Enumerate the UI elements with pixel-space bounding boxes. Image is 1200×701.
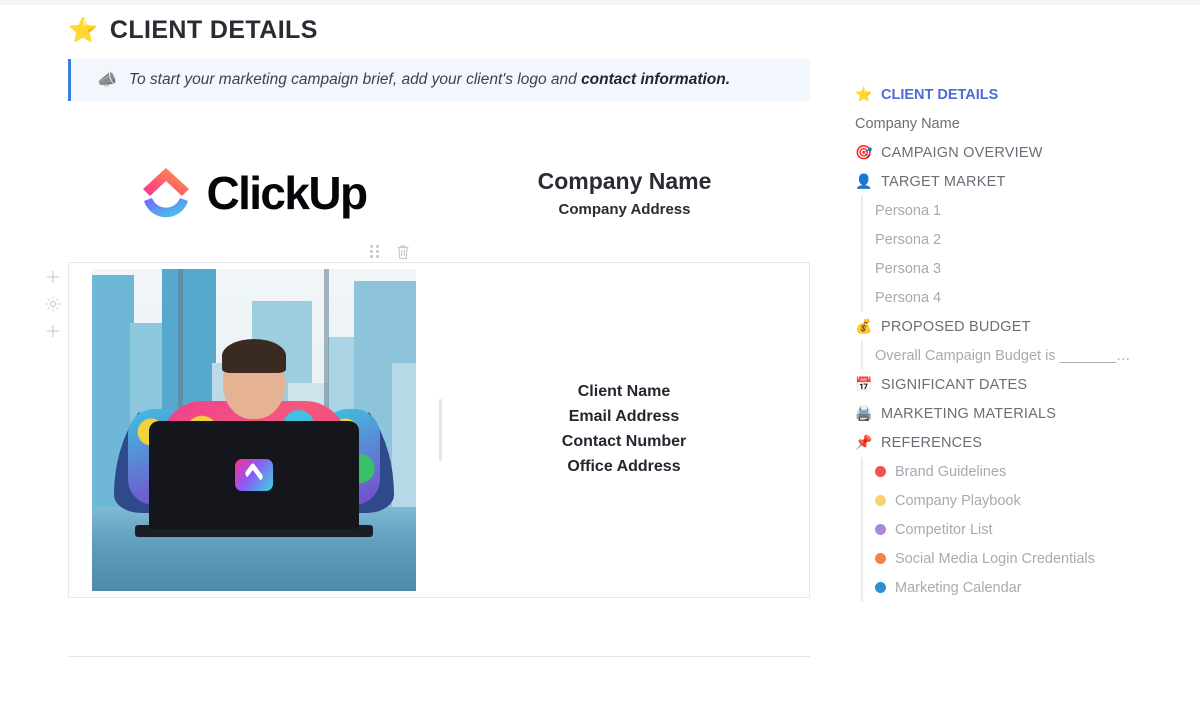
logo-cell: ClickUp <box>68 165 439 221</box>
company-name: Company Name <box>537 168 712 195</box>
company-address: Company Address <box>558 200 691 218</box>
color-dot-icon <box>875 495 886 506</box>
client-info-line: Email Address <box>568 408 680 426</box>
client-info-line: Office Address <box>567 457 681 475</box>
outline-subitem-label: Company Playbook <box>895 492 1021 509</box>
outline-item-target-market[interactable]: 👤 TARGET MARKET <box>855 167 1200 196</box>
outline-subitem-persona-4[interactable]: Persona 4 <box>861 283 1200 312</box>
table-cell-text: Client Name Email Address Contact Number… <box>439 263 809 597</box>
clickup-mark-icon <box>140 165 192 221</box>
outline-item-label: REFERENCES <box>881 434 983 451</box>
outline-subitem-label: Persona 1 <box>875 202 942 219</box>
block-gutter-controls[interactable] <box>44 268 62 340</box>
client-details-table: Client Name Email Address Contact Number… <box>68 262 810 598</box>
gear-icon[interactable] <box>44 295 62 313</box>
client-info-line: Client Name <box>577 383 671 401</box>
client-info-list: Client Name Email Address Contact Number… <box>562 380 686 480</box>
target-icon: 🎯 <box>855 144 873 160</box>
pushpin-icon: 📌 <box>855 434 873 450</box>
page-title-text: CLIENT DETAILS <box>109 16 318 44</box>
outline-item-client-details[interactable]: ⭐ CLIENT DETAILS <box>855 80 1200 109</box>
outline-item-label: CAMPAIGN OVERVIEW <box>881 144 1043 161</box>
callout-banner: 📣 To start your marketing campaign brief… <box>68 59 810 101</box>
color-dot-icon <box>875 553 886 564</box>
money-bag-icon: 💰 <box>855 318 873 334</box>
star-icon: ⭐ <box>855 86 873 102</box>
plus-svg-above <box>47 271 59 283</box>
callout-text-bold: contact information. <box>581 71 731 88</box>
outline-subitem-social-media-credentials[interactable]: Social Media Login Credentials <box>861 544 1200 573</box>
outline-panel: ⭐ CLIENT DETAILS Company Name 🎯 CAMPAIGN… <box>855 0 1200 701</box>
trash-svg <box>397 245 409 260</box>
photo-person-hair <box>222 339 286 373</box>
outline-subitem-label: Persona 3 <box>875 260 942 277</box>
outline-item-references[interactable]: 📌 REFERENCES <box>855 428 1200 457</box>
outline-subitem-label: Persona 4 <box>875 289 942 306</box>
outline-subitem-label: Overall Campaign Budget is ________... <box>875 347 1135 364</box>
outline-item-proposed-budget[interactable]: 💰 PROPOSED BUDGET <box>855 312 1200 341</box>
photo-laptop <box>149 421 359 529</box>
brand-header-row: ClickUp Company Name Company Address <box>68 140 810 245</box>
company-cell: Company Name Company Address <box>439 167 810 218</box>
outline-item-label: SIGNIFICANT DATES <box>881 376 1028 393</box>
plus-icon-below[interactable] <box>44 322 62 340</box>
outline-subitem-label: Brand Guidelines <box>895 463 1007 480</box>
clickup-logo: ClickUp <box>140 165 368 221</box>
outline-subitem-marketing-calendar[interactable]: Marketing Calendar <box>861 573 1200 602</box>
star-icon: ⭐ <box>68 16 98 44</box>
page-title: ⭐ CLIENT DETAILS <box>68 16 318 45</box>
clickup-wordmark: ClickUp <box>206 166 368 219</box>
clickup-mark-svg <box>143 167 190 217</box>
outline-subitem-persona-3[interactable]: Persona 3 <box>861 254 1200 283</box>
outline-item-label: MARKETING MATERIALS <box>881 405 1057 422</box>
section-divider <box>68 656 810 657</box>
client-info-line: Contact Number <box>561 433 687 450</box>
gear-svg <box>45 296 61 312</box>
callout-text: To start your marketing campaign brief, … <box>129 71 730 89</box>
outline-item-label: Company Name <box>855 115 960 132</box>
outline-subitem-label: Social Media Login Credentials <box>895 550 1095 567</box>
callout-text-normal: To start your marketing campaign brief, … <box>128 71 582 88</box>
table-cell-image <box>69 263 439 597</box>
outline-subitem-competitor-list[interactable]: Competitor List <box>861 515 1200 544</box>
outline-item-label: TARGET MARKET <box>881 173 1006 190</box>
outline-item-label: CLIENT DETAILS <box>881 86 999 103</box>
outline-subitem-brand-guidelines[interactable]: Brand Guidelines <box>861 457 1200 486</box>
outline-item-campaign-overview[interactable]: 🎯 CAMPAIGN OVERVIEW <box>855 138 1200 167</box>
photo-clickup-sticker-icon <box>235 459 273 491</box>
table-controls[interactable] <box>370 244 410 260</box>
color-dot-icon <box>875 524 886 535</box>
plus-svg-below <box>47 325 59 337</box>
outline-subitem-label: Marketing Calendar <box>895 579 1022 596</box>
color-dot-icon <box>875 466 886 477</box>
calendar-icon: 📅 <box>855 376 873 392</box>
outline-subitem-label: Competitor List <box>895 521 993 538</box>
person-icon: 👤 <box>855 173 873 189</box>
outline-item-label: PROPOSED BUDGET <box>881 318 1031 335</box>
printer-icon: 🖨️ <box>855 405 873 421</box>
trash-icon[interactable] <box>396 244 410 260</box>
outline-item-company-name[interactable]: Company Name <box>855 109 1200 138</box>
outline-subitem-persona-2[interactable]: Persona 2 <box>861 225 1200 254</box>
color-dot-icon <box>875 582 886 593</box>
outline-subitem-label: Persona 2 <box>875 231 942 248</box>
outline-subitem-company-playbook[interactable]: Company Playbook <box>861 486 1200 515</box>
photo-building <box>392 363 416 513</box>
document-body: ⭐ CLIENT DETAILS 📣 To start your marketi… <box>0 0 845 701</box>
column-resize-handle[interactable] <box>439 399 442 461</box>
drag-handle-icon[interactable] <box>370 245 380 259</box>
outline-item-marketing-materials[interactable]: 🖨️ MARKETING MATERIALS <box>855 399 1200 428</box>
outline-subitem-overall-budget[interactable]: Overall Campaign Budget is ________... <box>861 341 1200 370</box>
megaphone-icon: 📣 <box>97 72 117 89</box>
plus-icon-above[interactable] <box>44 268 62 286</box>
client-photo <box>92 269 416 591</box>
outline-item-significant-dates[interactable]: 📅 SIGNIFICANT DATES <box>855 370 1200 399</box>
outline-subitem-persona-1[interactable]: Persona 1 <box>861 196 1200 225</box>
